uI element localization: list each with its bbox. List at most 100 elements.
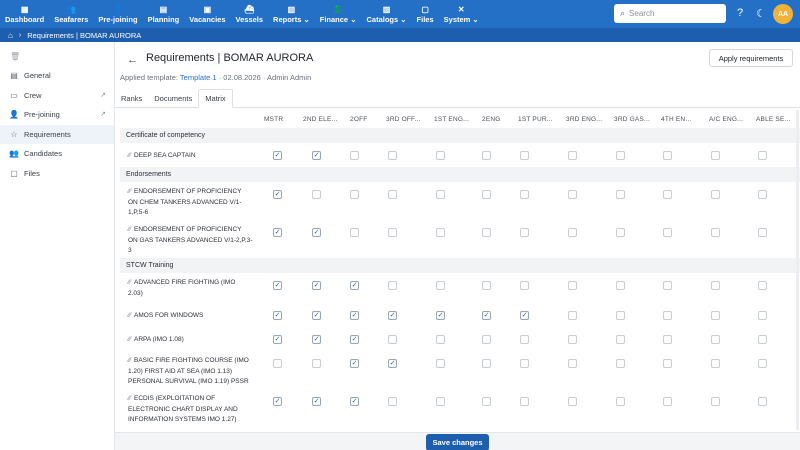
scrollbar[interactable] — [796, 110, 799, 430]
tab-matrix[interactable]: Matrix — [198, 89, 233, 108]
requirement-checkbox[interactable] — [436, 281, 445, 290]
requirement-checkbox[interactable] — [711, 228, 720, 237]
requirement-checkbox[interactable] — [312, 190, 321, 199]
requirement-checkbox[interactable] — [388, 190, 397, 199]
trash-icon[interactable]: 🗑 — [0, 42, 114, 66]
requirement-checkbox[interactable] — [482, 397, 491, 406]
requirement-checkbox[interactable] — [711, 190, 720, 199]
requirement-checkbox[interactable] — [520, 359, 529, 368]
requirement-checkbox[interactable]: ✓ — [273, 311, 282, 320]
requirement-checkbox[interactable] — [663, 151, 672, 160]
requirement-checkbox[interactable] — [568, 151, 577, 160]
requirement-checkbox[interactable]: ✓ — [312, 151, 321, 160]
requirement-checkbox[interactable] — [663, 228, 672, 237]
requirement-checkbox[interactable] — [758, 228, 767, 237]
requirement-checkbox[interactable]: ✓ — [388, 311, 397, 320]
requirement-checkbox[interactable] — [482, 151, 491, 160]
requirement-checkbox[interactable] — [520, 190, 529, 199]
requirement-checkbox[interactable] — [520, 281, 529, 290]
requirement-checkbox[interactable]: ✓ — [312, 397, 321, 406]
requirement-checkbox[interactable] — [616, 335, 625, 344]
requirement-checkbox[interactable]: ✓ — [520, 311, 529, 320]
sidebar-item-candidates[interactable]: 👥 Candidates — [0, 144, 114, 164]
requirement-checkbox[interactable] — [520, 228, 529, 237]
requirement-checkbox[interactable]: ✓ — [273, 190, 282, 199]
sidebar-item-pre-joining[interactable]: 👤 Pre-joining ↗ — [0, 105, 114, 125]
requirement-checkbox[interactable] — [520, 335, 529, 344]
requirement-checkbox[interactable] — [568, 359, 577, 368]
nav-item-planning[interactable]: ▤ Planning — [143, 0, 185, 28]
requirement-checkbox[interactable] — [758, 359, 767, 368]
requirement-checkbox[interactable] — [616, 281, 625, 290]
nav-item-dashboard[interactable]: ▦ Dashboard — [0, 0, 49, 28]
requirement-checkbox[interactable] — [663, 397, 672, 406]
requirement-checkbox[interactable] — [711, 397, 720, 406]
requirement-checkbox[interactable]: ✓ — [273, 151, 282, 160]
search-input[interactable]: Search — [629, 9, 654, 18]
requirement-checkbox[interactable]: ✓ — [312, 281, 321, 290]
requirement-checkbox[interactable] — [758, 281, 767, 290]
search-box[interactable]: ⌕ Search — [614, 4, 726, 23]
sidebar-item-requirements[interactable]: ☆ Requirements — [0, 124, 114, 144]
requirement-checkbox[interactable] — [711, 281, 720, 290]
external-link-icon[interactable]: ↗ — [100, 91, 106, 99]
requirement-checkbox[interactable] — [616, 151, 625, 160]
user-avatar[interactable]: AA — [773, 4, 793, 24]
requirement-checkbox[interactable] — [663, 359, 672, 368]
tab-documents[interactable]: Documents — [148, 89, 198, 108]
requirement-checkbox[interactable] — [758, 335, 767, 344]
requirement-checkbox[interactable] — [388, 397, 397, 406]
requirement-checkbox[interactable] — [568, 281, 577, 290]
requirement-checkbox[interactable]: ✓ — [273, 228, 282, 237]
requirement-checkbox[interactable] — [711, 359, 720, 368]
requirement-checkbox[interactable] — [482, 228, 491, 237]
requirement-checkbox[interactable]: ✓ — [312, 311, 321, 320]
requirement-checkbox[interactable] — [436, 190, 445, 199]
nav-item-system[interactable]: ✕ System ⌄ — [439, 0, 484, 28]
requirement-checkbox[interactable]: ✓ — [482, 311, 491, 320]
requirement-checkbox[interactable] — [568, 228, 577, 237]
requirement-checkbox[interactable] — [436, 151, 445, 160]
requirement-checkbox[interactable] — [711, 335, 720, 344]
requirement-checkbox[interactable]: ✓ — [312, 228, 321, 237]
nav-item-vessels[interactable]: ⛴ Vessels — [231, 0, 269, 28]
requirement-checkbox[interactable] — [482, 281, 491, 290]
back-arrow-icon[interactable]: ← — [127, 54, 138, 66]
requirement-checkbox[interactable]: ✓ — [350, 311, 359, 320]
requirement-checkbox[interactable] — [711, 311, 720, 320]
requirement-checkbox[interactable]: ✓ — [350, 397, 359, 406]
requirement-checkbox[interactable]: ✓ — [273, 281, 282, 290]
requirement-checkbox[interactable] — [520, 397, 529, 406]
template-link[interactable]: Template 1 — [180, 73, 217, 82]
save-changes-button[interactable]: Save changes — [426, 434, 489, 450]
requirement-checkbox[interactable] — [568, 311, 577, 320]
requirement-checkbox[interactable] — [616, 359, 625, 368]
requirement-checkbox[interactable] — [568, 190, 577, 199]
requirement-checkbox[interactable] — [663, 190, 672, 199]
requirement-checkbox[interactable] — [436, 335, 445, 344]
requirement-checkbox[interactable]: ✓ — [388, 359, 397, 368]
requirement-checkbox[interactable] — [663, 335, 672, 344]
requirement-checkbox[interactable] — [482, 190, 491, 199]
requirement-checkbox[interactable] — [350, 190, 359, 199]
requirement-checkbox[interactable]: ✓ — [436, 311, 445, 320]
requirement-checkbox[interactable] — [436, 397, 445, 406]
sidebar-item-crew[interactable]: ▭ Crew ↗ — [0, 86, 114, 106]
requirement-checkbox[interactable] — [616, 311, 625, 320]
requirement-checkbox[interactable] — [273, 359, 282, 368]
requirement-checkbox[interactable] — [758, 311, 767, 320]
dark-mode-moon-icon[interactable]: ☾ — [754, 6, 768, 20]
nav-item-files[interactable]: ▢ Files — [412, 0, 439, 28]
requirement-checkbox[interactable] — [350, 151, 359, 160]
tab-ranks[interactable]: Ranks — [115, 89, 148, 108]
requirement-checkbox[interactable] — [436, 228, 445, 237]
nav-item-catalogs[interactable]: ▧ Catalogs ⌄ — [361, 0, 411, 28]
requirement-checkbox[interactable] — [568, 335, 577, 344]
nav-item-finance[interactable]: 💲 Finance ⌄ — [315, 0, 362, 28]
requirement-checkbox[interactable] — [312, 359, 321, 368]
requirement-checkbox[interactable] — [616, 228, 625, 237]
requirement-checkbox[interactable] — [436, 359, 445, 368]
requirement-checkbox[interactable] — [482, 359, 491, 368]
nav-item-pre-joining[interactable]: 👤 Pre-joining — [93, 0, 142, 28]
requirement-checkbox[interactable] — [616, 190, 625, 199]
